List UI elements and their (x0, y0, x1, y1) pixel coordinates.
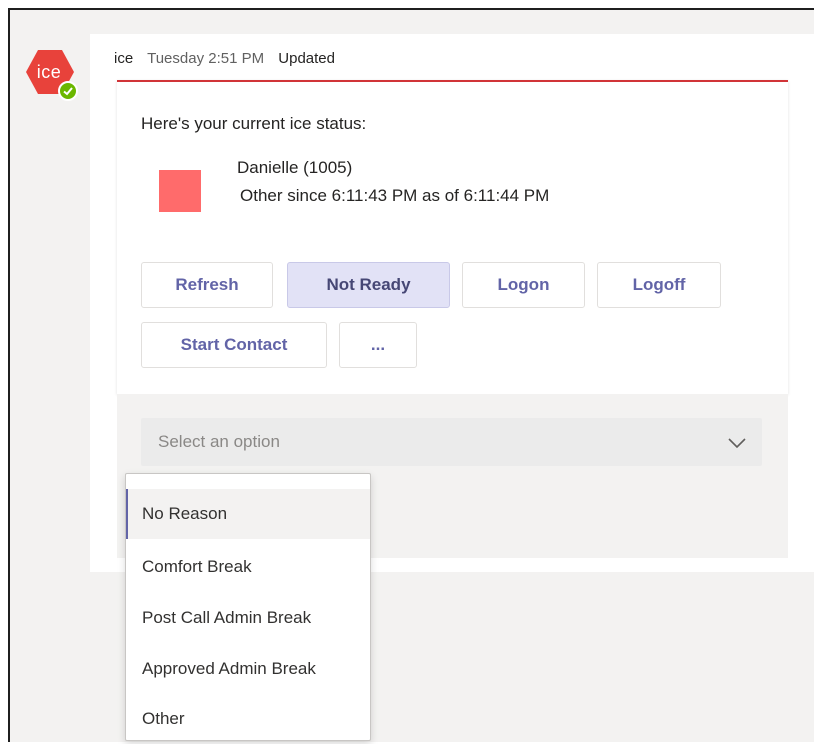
updated-label: Updated (278, 50, 335, 67)
option-comfort-break[interactable]: Comfort Break (126, 542, 370, 592)
status-color-swatch (159, 170, 201, 212)
more-options-button[interactable]: ... (339, 322, 417, 368)
option-other[interactable]: Other (126, 694, 370, 744)
start-contact-button[interactable]: Start Contact (141, 322, 327, 368)
message-timestamp: Tuesday 2:51 PM (147, 50, 265, 67)
agent-name: Danielle (1005) (237, 158, 353, 177)
chevron-down-icon[interactable] (726, 432, 748, 454)
sender-name[interactable]: ice (114, 50, 133, 67)
avatar-text: ice (36, 62, 62, 82)
refresh-button[interactable]: Refresh (141, 262, 273, 308)
logoff-button[interactable]: Logoff (597, 262, 721, 308)
option-approved-admin-break[interactable]: Approved Admin Break (126, 644, 370, 694)
agent-status-text: Other since 6:11:43 PM as of 6:11:44 PM (240, 186, 550, 205)
bot-avatar[interactable]: ice (26, 48, 78, 101)
reason-select[interactable]: Select an option (141, 418, 762, 466)
adaptive-card: Here's your current ice status: Danielle… (117, 80, 788, 394)
option-post-call-admin-break[interactable]: Post Call Admin Break (126, 593, 370, 643)
message-header: ice Tuesday 2:51 PM Updated (114, 50, 335, 67)
option-no-reason[interactable]: No Reason (126, 489, 370, 539)
not-ready-button[interactable]: Not Ready (287, 262, 450, 308)
card-heading: Here's your current ice status: (141, 114, 367, 133)
available-check-icon (58, 81, 78, 101)
reason-dropdown-list: No Reason Comfort Break Post Call Admin … (125, 473, 371, 741)
select-placeholder: Select an option (158, 432, 280, 451)
logon-button[interactable]: Logon (462, 262, 585, 308)
